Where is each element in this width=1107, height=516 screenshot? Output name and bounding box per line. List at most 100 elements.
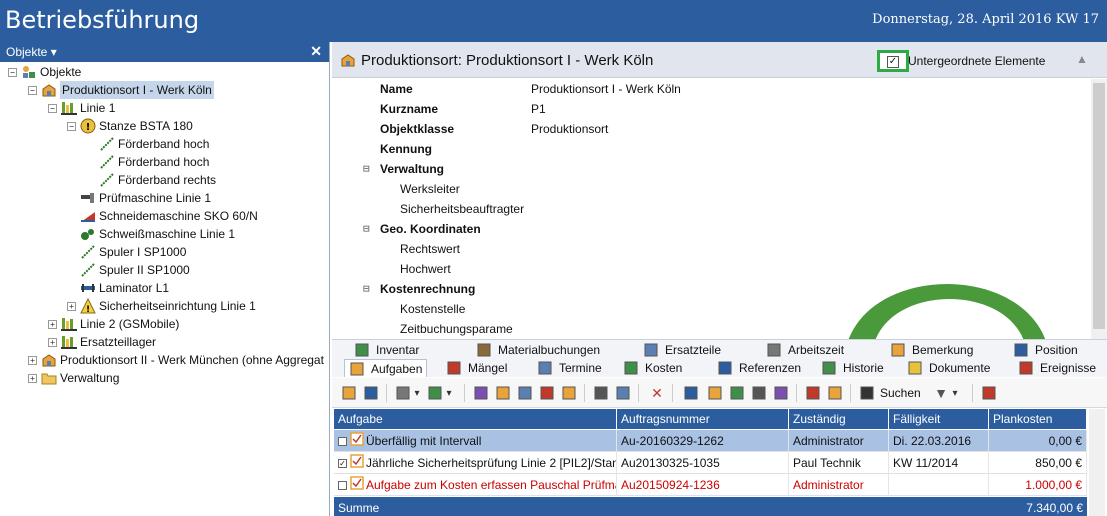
task-list-icon[interactable]: [750, 385, 768, 401]
tab-aufgaben[interactable]: Aufgaben: [344, 359, 428, 377]
schedule-icon[interactable]: [560, 385, 578, 401]
property-scrollbar[interactable]: [1091, 79, 1107, 369]
export-icon[interactable]: [682, 385, 700, 401]
tree-node[interactable]: + Verwaltung: [28, 369, 119, 387]
collapse-icon[interactable]: ⊟: [363, 222, 370, 235]
detail-title: Produktionsort: Produktionsort I - Werk …: [361, 52, 654, 69]
subordinate-elements-checkbox[interactable]: ✓: [887, 56, 899, 68]
tab-position[interactable]: Position: [1013, 341, 1078, 359]
filter-icon[interactable]: ▼: [932, 385, 950, 401]
tab-kosten[interactable]: Kosten: [623, 359, 682, 377]
collapse-icon[interactable]: −: [28, 85, 37, 95]
task-import-icon[interactable]: [826, 385, 844, 401]
tree-node[interactable]: − Linie 1: [48, 99, 115, 117]
delete-icon[interactable]: ✕: [648, 385, 666, 401]
toolbar-separator: [796, 384, 797, 402]
collapse-up-icon[interactable]: ▲: [1076, 52, 1088, 66]
table-row[interactable]: Aufgabe zum Kosten erfassen Pauschal Prü…: [334, 474, 1087, 496]
tree-node[interactable]: + Ersatzteillager: [48, 333, 156, 351]
report-icon[interactable]: [538, 385, 556, 401]
row-checkbox[interactable]: [338, 437, 347, 447]
list-dropdown-icon[interactable]: [394, 385, 412, 401]
tab-icon: [821, 361, 837, 375]
tab-label: Ersatzteile: [665, 343, 722, 357]
task-user-icon[interactable]: [772, 385, 790, 401]
subordinate-elements-label[interactable]: Untergeordnete Elemente: [908, 54, 1045, 68]
tab-referenzen[interactable]: Referenzen: [717, 359, 801, 377]
property-name: Kostenstelle: [400, 302, 466, 316]
column-header[interactable]: Aufgabe: [334, 409, 617, 429]
grid-scrollbar[interactable]: [1089, 409, 1105, 516]
tree-node[interactable]: − Produktionsort I - Werk Köln: [28, 81, 214, 99]
tab-termine[interactable]: Termine: [537, 359, 602, 377]
tree-node[interactable]: Förderband hoch: [86, 135, 209, 153]
tree-node[interactable]: Laminator L1: [67, 279, 169, 297]
tab-bemerkung[interactable]: Bemerkung: [890, 341, 973, 359]
cell-cost: 850,00 €: [989, 452, 1087, 474]
approve-icon[interactable]: [426, 385, 444, 401]
expand-icon[interactable]: +: [67, 301, 76, 311]
pin-icon[interactable]: [362, 385, 380, 401]
table-row[interactable]: Überfällig mit Intervall Au-20160329-1262…: [334, 430, 1087, 452]
tree-node[interactable]: Spuler II SP1000: [67, 261, 190, 279]
task-new-icon[interactable]: [340, 385, 358, 401]
collapse-icon[interactable]: ⊟: [363, 162, 370, 175]
column-header[interactable]: Zuständig: [789, 409, 889, 429]
binoculars-icon[interactable]: [858, 385, 876, 401]
object-tree-panel: Objekte ▾ ✕ − Objekte − Produktionsort I - …: [0, 42, 330, 516]
task-assign-icon[interactable]: [706, 385, 724, 401]
tab-historie[interactable]: Historie: [821, 359, 884, 377]
preview-icon[interactable]: [614, 385, 632, 401]
copy-icon[interactable]: [494, 385, 512, 401]
expand-icon[interactable]: +: [28, 373, 37, 383]
tree-node[interactable]: Schweißmaschine Linie 1: [67, 225, 235, 243]
column-header[interactable]: Plankosten: [989, 409, 1087, 429]
tree-node-label: Stanze BSTA 180: [99, 119, 193, 133]
laminator-icon: [80, 280, 96, 296]
tab-mängel[interactable]: Mängel: [446, 359, 507, 377]
tab-dokumente[interactable]: Dokumente: [907, 359, 990, 377]
row-checkbox[interactable]: ✓: [338, 459, 347, 469]
collapse-icon[interactable]: −: [67, 121, 76, 131]
tree-node[interactable]: −! Stanze BSTA 180: [67, 117, 193, 135]
tab-materialbuchungen[interactable]: Materialbuchungen: [476, 341, 600, 359]
collapse-icon[interactable]: ⊟: [363, 282, 370, 295]
tree-node[interactable]: Schneidemaschine SKO 60/N: [67, 207, 258, 225]
column-header[interactable]: Auftragsnummer: [617, 409, 789, 429]
tree-node[interactable]: + Linie 2 (GSMobile): [48, 315, 179, 333]
collapse-icon[interactable]: −: [8, 67, 17, 77]
expand-icon[interactable]: +: [48, 319, 57, 329]
tree-node[interactable]: Förderband rechts: [86, 171, 216, 189]
print-icon[interactable]: [592, 385, 610, 401]
close-icon[interactable]: ✕: [310, 43, 322, 60]
tree-node[interactable]: + Produktionsort II - Werk München (ohne …: [28, 351, 324, 369]
column-header[interactable]: Fälligkeit: [889, 409, 989, 429]
chevron-down-icon[interactable]: ▾: [412, 385, 422, 401]
collapse-icon[interactable]: −: [48, 103, 57, 113]
tree-node[interactable]: +! Sicherheitseinrichtung Linie 1: [67, 297, 256, 315]
calendar-icon[interactable]: [980, 385, 998, 401]
welding-machine-icon: [80, 226, 96, 242]
chevron-down-icon[interactable]: ▾: [950, 385, 960, 401]
search-button[interactable]: Suchen: [880, 386, 921, 400]
tab-icon: [354, 343, 370, 357]
table-row[interactable]: ✓ Jährliche Sicherheitsprüfung Linie 2 [P…: [334, 452, 1087, 474]
scrollbar-thumb[interactable]: [1093, 83, 1105, 329]
tab-ersatzteile[interactable]: Ersatzteile: [643, 341, 721, 359]
tab-inventar[interactable]: Inventar: [354, 341, 419, 359]
tree-node[interactable]: Spuler I SP1000: [67, 243, 186, 261]
calendar-edit-icon[interactable]: [516, 385, 534, 401]
tree-node[interactable]: − Objekte: [8, 63, 81, 81]
task-close-icon[interactable]: [804, 385, 822, 401]
tree-node[interactable]: Prüfmaschine Linie 1: [67, 189, 211, 207]
expand-icon[interactable]: +: [48, 337, 57, 347]
edit-icon[interactable]: [472, 385, 490, 401]
tab-ereignisse[interactable]: Ereignisse: [1018, 359, 1096, 377]
tree-node[interactable]: Förderband hoch: [86, 153, 209, 171]
expand-icon[interactable]: +: [28, 355, 37, 365]
task-move-icon[interactable]: [728, 385, 746, 401]
tab-arbeitszeit[interactable]: Arbeitszeit: [766, 341, 844, 359]
chevron-down-icon[interactable]: ▾: [444, 385, 454, 401]
objects-dropdown[interactable]: Objekte ▾: [6, 45, 57, 59]
row-checkbox[interactable]: [338, 481, 347, 491]
